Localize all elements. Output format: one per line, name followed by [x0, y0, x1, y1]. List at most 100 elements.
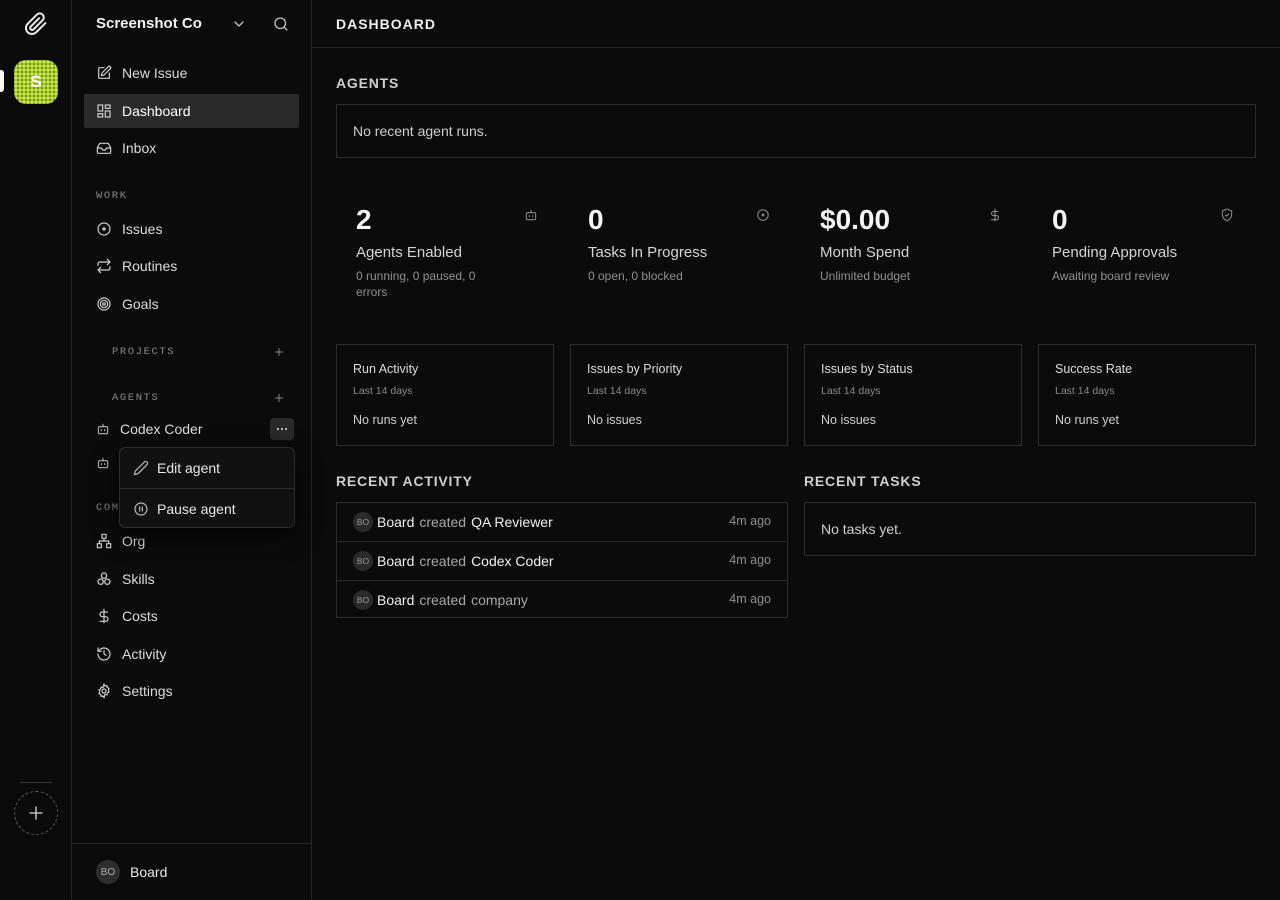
activity-verb: created — [419, 514, 467, 530]
sidebar-item-settings[interactable]: Settings — [84, 674, 299, 708]
sidebar-item-activity[interactable]: Activity — [84, 637, 299, 671]
sidebar-item-skills[interactable]: Skills — [84, 562, 299, 596]
sidebar-item-org[interactable]: Org — [84, 524, 299, 558]
sidebar-agent-item[interactable] — [96, 456, 120, 470]
card-title: Run Activity — [353, 362, 419, 376]
sidebar-item-routines[interactable]: Routines — [84, 249, 299, 283]
card-title: Success Rate — [1055, 362, 1133, 376]
activity-row[interactable]: BO Board created QA Reviewer 4m ago — [337, 503, 787, 541]
stat-card-spend[interactable]: $0.00 Month Spend Unlimited budget — [800, 196, 1010, 306]
repeat-icon — [96, 258, 112, 274]
skills-icon — [96, 571, 112, 587]
card-subtitle: Last 14 days — [1055, 385, 1115, 397]
agent-label: Codex Coder — [120, 421, 203, 437]
activity-actor: Board — [377, 552, 415, 569]
card-empty-text: No runs yet — [1055, 413, 1119, 427]
user-menu[interactable]: BO Board — [72, 843, 312, 900]
section-label-projects: PROJECTS — [112, 346, 176, 358]
chart-card-success-rate: Success Rate Last 14 days No runs yet — [1038, 344, 1256, 446]
history-icon — [96, 646, 112, 662]
add-agent-icon[interactable] — [273, 392, 285, 404]
activity-target[interactable]: Codex Coder — [471, 553, 554, 569]
agent-context-menu: Edit agent Pause agent — [119, 447, 295, 528]
recent-activity-list: BO Board created QA Reviewer 4m ago BO B… — [336, 502, 788, 618]
recent-tasks-panel: No tasks yet. — [804, 502, 1256, 556]
target-icon — [96, 296, 112, 312]
stat-sub: 0 open, 0 blocked — [588, 269, 683, 283]
pause-circle-icon — [133, 501, 149, 517]
nav-label: Org — [122, 533, 146, 549]
nav-label: Issues — [122, 221, 163, 237]
avatar: BO — [353, 589, 373, 610]
pause-agent-menu-item[interactable]: Pause agent — [120, 489, 294, 529]
recent-tasks-heading: RECENT TASKS — [804, 473, 922, 489]
card-empty-text: No issues — [587, 413, 642, 427]
more-horizontal-icon — [276, 427, 288, 431]
stat-label: Tasks In Progress — [588, 244, 708, 261]
stat-card-tasks[interactable]: 0 Tasks In Progress 0 open, 0 blocked — [568, 196, 778, 306]
activity-target[interactable]: QA Reviewer — [471, 514, 553, 530]
activity-verb: created — [419, 552, 467, 569]
menu-label: Pause agent — [157, 501, 236, 517]
agents-empty-text: No recent agent runs. — [353, 123, 488, 139]
add-company-button[interactable] — [14, 791, 58, 835]
activity-actor: Board — [377, 514, 415, 530]
sidebar-item-inbox[interactable]: Inbox — [84, 131, 299, 165]
sidebar-item-issues[interactable]: Issues — [84, 212, 299, 246]
company-avatar[interactable]: S — [14, 60, 58, 104]
top-bar: DASHBOARD — [312, 0, 1280, 48]
dashboard-icon — [96, 103, 112, 119]
company-switcher-name[interactable]: Screenshot Co — [96, 15, 202, 32]
page-title: DASHBOARD — [336, 16, 436, 32]
search-icon[interactable] — [272, 15, 290, 33]
card-title: Issues by Status — [821, 362, 913, 376]
stat-sub: 0 running, 0 paused, 0 errors — [356, 269, 476, 299]
card-subtitle: Last 14 days — [587, 385, 647, 397]
avatar: BO — [353, 512, 373, 532]
recent-activity-heading: RECENT ACTIVITY — [336, 473, 473, 489]
nav-label: Activity — [122, 646, 167, 662]
card-title: Issues by Priority — [587, 362, 683, 376]
agents-panel: No recent agent runs. — [336, 104, 1256, 158]
agents-heading: AGENTS — [336, 75, 400, 91]
user-name: Board — [130, 864, 168, 880]
dollar-icon — [988, 208, 1002, 222]
dollar-icon — [96, 608, 112, 624]
chevron-down-icon[interactable] — [231, 16, 247, 32]
edit-icon — [96, 65, 112, 81]
card-subtitle: Last 14 days — [821, 385, 881, 397]
sidebar-agent-item[interactable]: Codex Coder — [96, 421, 203, 437]
stat-card-approvals[interactable]: 0 Pending Approvals Awaiting board revie… — [1032, 196, 1242, 306]
edit-agent-menu-item[interactable]: Edit agent — [120, 448, 294, 488]
avatar: BO — [96, 860, 120, 884]
add-project-icon[interactable] — [273, 346, 285, 358]
stat-card-agents[interactable]: 2 Agents Enabled 0 running, 0 paused, 0 … — [336, 196, 546, 306]
card-subtitle: Last 14 days — [353, 385, 413, 397]
stat-value: 2 — [356, 204, 372, 235]
agent-more-button[interactable] — [270, 418, 294, 440]
stat-value: 0 — [1052, 204, 1068, 235]
activity-actor: Board — [377, 591, 415, 608]
stat-label: Pending Approvals — [1052, 244, 1178, 261]
sidebar-item-goals[interactable]: Goals — [84, 287, 299, 321]
chart-card-issues-priority: Issues by Priority Last 14 days No issue… — [570, 344, 788, 446]
sidebar-item-costs[interactable]: Costs — [84, 599, 299, 633]
stat-label: Month Spend — [820, 244, 910, 261]
card-empty-text: No issues — [821, 413, 876, 427]
active-company-indicator — [0, 70, 4, 92]
card-empty-text: No runs yet — [353, 413, 417, 427]
stat-label: Agents Enabled — [356, 244, 462, 261]
plus-icon — [29, 806, 43, 820]
main-content: DASHBOARD AGENTS No recent agent runs. 2… — [312, 0, 1280, 900]
bot-icon — [96, 422, 110, 436]
activity-row[interactable]: BO Board created Codex Coder 4m ago — [337, 541, 787, 579]
company-initial: S — [30, 72, 42, 91]
new-issue-button[interactable]: New Issue — [84, 56, 299, 90]
circle-dot-icon — [96, 221, 112, 237]
rail-divider — [20, 782, 52, 783]
sidebar-item-dashboard[interactable]: Dashboard — [84, 94, 299, 128]
activity-row[interactable]: BO Board created company 4m ago — [337, 580, 787, 618]
nav-label: Costs — [122, 608, 158, 624]
activity-target: company — [471, 591, 528, 608]
circle-dot-icon — [756, 208, 770, 222]
